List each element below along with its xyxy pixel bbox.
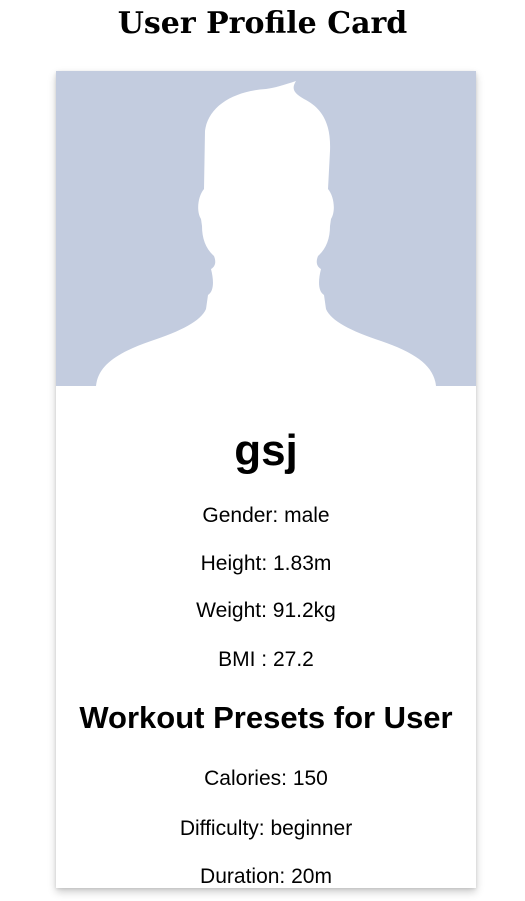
profile-card: gsj Gender: male Height: 1.83m Weight: 9… (56, 71, 476, 888)
bmi-text: BMI : 27.2 (218, 648, 314, 671)
calories-text: Calories: 150 (204, 767, 328, 790)
difficulty-text: Difficulty: beginner (179, 817, 353, 840)
page-title: User Profile Card (117, 6, 408, 41)
workout-presets-heading: Workout Presets for User (79, 700, 453, 735)
default-user-silhouette-icon (56, 71, 476, 386)
weight-text: Weight: 91.2kg (196, 599, 336, 622)
height-text: Height: 1.83m (200, 552, 332, 575)
avatar (56, 71, 476, 386)
gender-text: Gender: male (202, 504, 330, 527)
duration-text: Duration: 20m (200, 865, 332, 888)
username: gsj (234, 426, 298, 475)
